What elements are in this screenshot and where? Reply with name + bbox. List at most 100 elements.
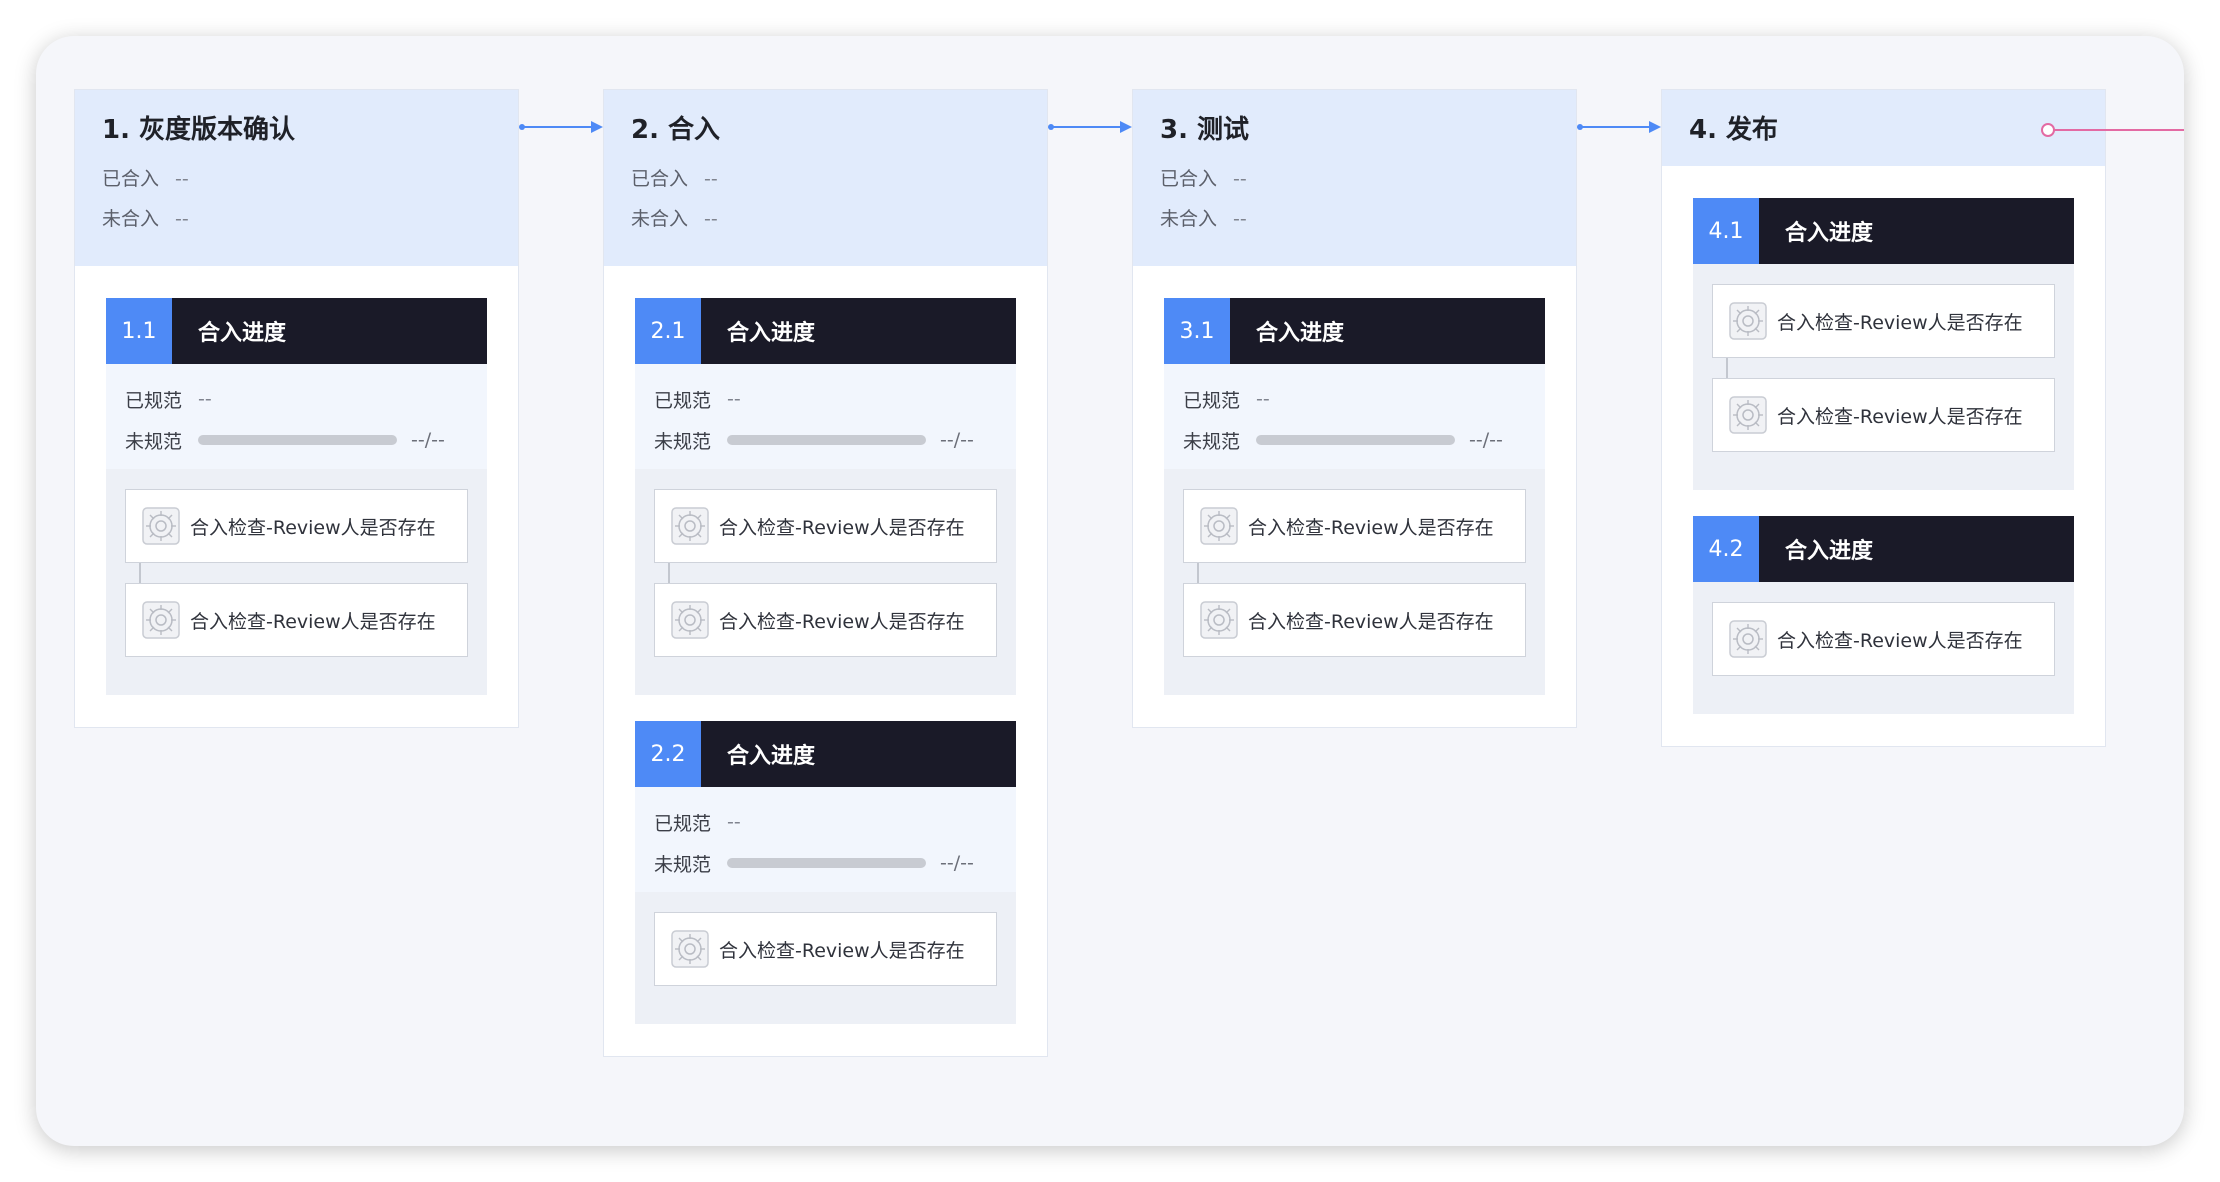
group-title: 合入进度 <box>1759 516 2074 582</box>
task-group: 4.2 合入进度 合入检查-Review人是否存在 <box>1693 516 2074 714</box>
group-number: 4.1 <box>1693 198 1759 264</box>
gear-icon <box>142 507 190 545</box>
check-list: 合入检查-Review人是否存在 合入检查-Review人是否存在 <box>635 469 1016 695</box>
group-header[interactable]: 2.1 合入进度 <box>635 298 1016 364</box>
check-item[interactable]: 合入检查-Review人是否存在 <box>1712 602 2055 676</box>
progress-ratio: --/-- <box>940 429 974 451</box>
stage-body: 1.1 合入进度 已规范 -- 未规范 --/-- 合入检查-Review人是否存在… <box>75 266 518 727</box>
check-item[interactable]: 合入检查-Review人是否存在 <box>654 489 997 563</box>
check-item[interactable]: 合入检查-Review人是否存在 <box>1183 489 1526 563</box>
spec-bad-row: 未规范 --/-- <box>1183 429 1503 453</box>
check-label: 合入检查-Review人是否存在 <box>719 516 965 539</box>
stage-header: 1. 灰度版本确认 已合入 -- 未合入 -- <box>75 90 518 266</box>
gear-icon <box>1200 601 1248 639</box>
gear-icon <box>1729 620 1777 658</box>
task-group: 3.1 合入进度 已规范 -- 未规范 --/-- 合入检查-Review人是否存在… <box>1164 298 1545 695</box>
check-item[interactable]: 合入检查-Review人是否存在 <box>1183 583 1526 657</box>
stage-arrow <box>1048 121 1132 133</box>
spec-ok-row: 已规范 -- <box>125 388 212 412</box>
progress-bar <box>727 435 927 445</box>
gear-icon <box>671 601 719 639</box>
unmerged-stat: 未合入 -- <box>631 208 718 230</box>
check-connector <box>1197 563 1199 583</box>
exit-connector <box>2041 123 2184 137</box>
check-label: 合入检查-Review人是否存在 <box>1248 610 1494 633</box>
check-item[interactable]: 合入检查-Review人是否存在 <box>654 583 997 657</box>
group-header[interactable]: 4.1 合入进度 <box>1693 198 2074 264</box>
gear-icon <box>1729 302 1777 340</box>
gear-icon <box>142 601 190 639</box>
check-list: 合入检查-Review人是否存在 合入检查-Review人是否存在 <box>1693 264 2074 490</box>
task-group: 1.1 合入进度 已规范 -- 未规范 --/-- 合入检查-Review人是否存在… <box>106 298 487 695</box>
check-label: 合入检查-Review人是否存在 <box>719 939 965 962</box>
spec-bad-row: 未规范 --/-- <box>125 429 445 453</box>
group-header[interactable]: 3.1 合入进度 <box>1164 298 1545 364</box>
group-title: 合入进度 <box>701 298 1016 364</box>
gear-icon <box>1200 507 1248 545</box>
progress-ratio: --/-- <box>1469 429 1503 451</box>
stage-card: 4. 发布 4.1 合入进度 合入检查-Review人是否存在 合入检查-Rev… <box>1661 89 2106 747</box>
spec-ok-row: 已规范 -- <box>654 388 741 412</box>
stage-title: 3. 测试 <box>1160 115 1250 145</box>
spec-summary: 已规范 -- 未规范 --/-- <box>1164 364 1545 469</box>
spec-summary: 已规范 -- 未规范 --/-- <box>106 364 487 469</box>
check-connector <box>1726 358 1728 378</box>
gear-icon <box>671 930 719 968</box>
stage-header: 2. 合入 已合入 -- 未合入 -- <box>604 90 1047 266</box>
check-item[interactable]: 合入检查-Review人是否存在 <box>125 489 468 563</box>
progress-bar <box>727 858 927 868</box>
stage-header: 3. 测试 已合入 -- 未合入 -- <box>1133 90 1576 266</box>
group-number: 3.1 <box>1164 298 1230 364</box>
stage-card: 1. 灰度版本确认 已合入 -- 未合入 -- 1.1 合入进度 已规范 -- 未规范… <box>74 89 519 728</box>
progress-ratio: --/-- <box>940 852 974 874</box>
check-item[interactable]: 合入检查-Review人是否存在 <box>1712 284 2055 358</box>
group-number: 2.2 <box>635 721 701 787</box>
group-header[interactable]: 4.2 合入进度 <box>1693 516 2074 582</box>
merged-stat: 已合入 -- <box>102 168 189 190</box>
group-header[interactable]: 1.1 合入进度 <box>106 298 487 364</box>
spec-bad-row: 未规范 --/-- <box>654 429 974 453</box>
progress-bar <box>1256 435 1456 445</box>
check-label: 合入检查-Review人是否存在 <box>1248 516 1494 539</box>
group-title: 合入进度 <box>1230 298 1545 364</box>
progress-bar <box>198 435 398 445</box>
unmerged-stat: 未合入 -- <box>102 208 189 230</box>
spec-ok-row: 已规范 -- <box>1183 388 1270 412</box>
group-number: 1.1 <box>106 298 172 364</box>
check-label: 合入检查-Review人是否存在 <box>190 516 436 539</box>
progress-ratio: --/-- <box>411 429 445 451</box>
unmerged-stat: 未合入 -- <box>1160 208 1247 230</box>
stage-card: 2. 合入 已合入 -- 未合入 -- 2.1 合入进度 已规范 -- 未规范 --/-… <box>603 89 1048 1057</box>
check-item[interactable]: 合入检查-Review人是否存在 <box>125 583 468 657</box>
group-title: 合入进度 <box>1759 198 2074 264</box>
check-connector <box>139 563 141 583</box>
check-list: 合入检查-Review人是否存在 <box>635 892 1016 1024</box>
spec-bad-row: 未规范 --/-- <box>654 852 974 876</box>
gear-icon <box>1729 396 1777 434</box>
stage-body: 4.1 合入进度 合入检查-Review人是否存在 合入检查-Review人是否… <box>1662 166 2105 746</box>
stage-arrow <box>519 121 603 133</box>
task-group: 2.1 合入进度 已规范 -- 未规范 --/-- 合入检查-Review人是否存在… <box>635 298 1016 695</box>
check-label: 合入检查-Review人是否存在 <box>1777 311 2023 334</box>
merged-stat: 已合入 -- <box>631 168 718 190</box>
group-header[interactable]: 2.2 合入进度 <box>635 721 1016 787</box>
check-list: 合入检查-Review人是否存在 <box>1693 582 2074 714</box>
stage-title: 2. 合入 <box>631 115 721 145</box>
stage-card: 3. 测试 已合入 -- 未合入 -- 3.1 合入进度 已规范 -- 未规范 --/-… <box>1132 89 1577 728</box>
task-group: 4.1 合入进度 合入检查-Review人是否存在 合入检查-Review人是否… <box>1693 198 2074 490</box>
check-list: 合入检查-Review人是否存在 合入检查-Review人是否存在 <box>1164 469 1545 695</box>
check-item[interactable]: 合入检查-Review人是否存在 <box>654 912 997 986</box>
spec-summary: 已规范 -- 未规范 --/-- <box>635 787 1016 892</box>
spec-ok-row: 已规范 -- <box>654 811 741 835</box>
check-label: 合入检查-Review人是否存在 <box>1777 629 2023 652</box>
group-title: 合入进度 <box>172 298 487 364</box>
stage-header: 4. 发布 <box>1662 90 2105 166</box>
pipeline-canvas: 1. 灰度版本确认 已合入 -- 未合入 -- 1.1 合入进度 已规范 -- 未规范… <box>36 36 2184 1146</box>
stage-title: 1. 灰度版本确认 <box>102 115 296 145</box>
check-label: 合入检查-Review人是否存在 <box>719 610 965 633</box>
stage-title: 4. 发布 <box>1689 115 1779 145</box>
check-list: 合入检查-Review人是否存在 合入检查-Review人是否存在 <box>106 469 487 695</box>
gear-icon <box>671 507 719 545</box>
group-number: 2.1 <box>635 298 701 364</box>
check-item[interactable]: 合入检查-Review人是否存在 <box>1712 378 2055 452</box>
